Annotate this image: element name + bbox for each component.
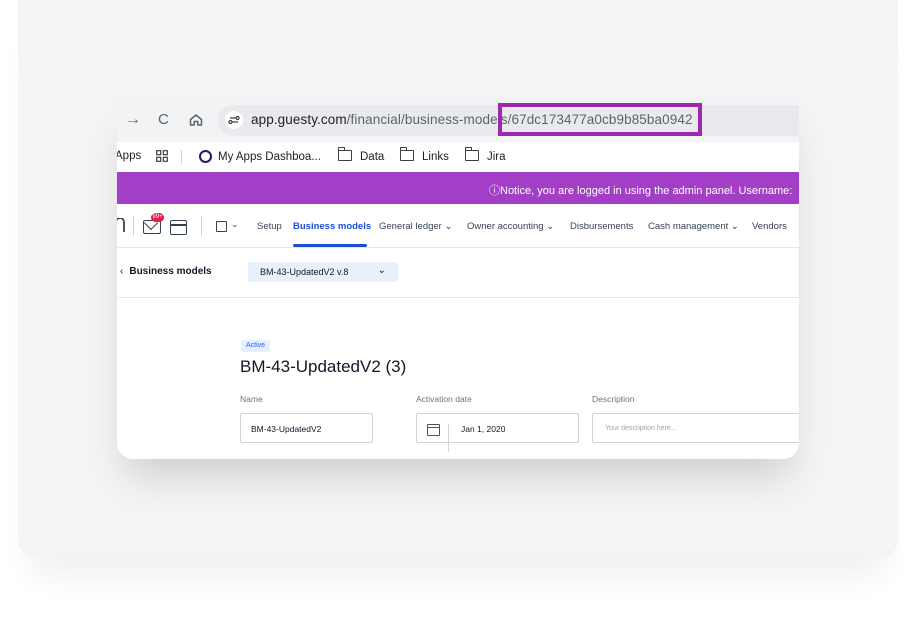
bookmark-label: Data <box>360 151 385 163</box>
activation-date-field[interactable]: Jan 1, 2020 <box>416 413 579 452</box>
app-nav: 99+ ⌄ Setup Business models General ledg… <box>117 204 799 248</box>
apps-grid-icon[interactable] <box>156 150 168 162</box>
activation-date-label: Activation date <box>416 394 472 404</box>
active-tab-indicator <box>293 244 367 247</box>
address-bar: → C app.guesty.com/financial/business-mo… <box>117 99 799 142</box>
description-label: Description <box>592 394 635 404</box>
bookmark-label: Links <box>422 151 449 163</box>
nav-vendors[interactable]: Vendors <box>752 221 787 232</box>
chevron-down-icon[interactable]: ⌄ <box>231 219 239 230</box>
inbox-icon[interactable] <box>143 220 161 234</box>
chevron-down-icon: ⌄ <box>377 265 386 276</box>
nav-setup[interactable]: Setup <box>257 221 282 232</box>
name-field[interactable]: BM-43-UpdatedV2 <box>240 413 373 443</box>
page-title: BM-43-UpdatedV2 (3) <box>240 357 407 376</box>
admin-notice-bar: ⓘNotice, you are logged in using the adm… <box>117 172 799 204</box>
browser-window: → C app.guesty.com/financial/business-mo… <box>117 99 799 459</box>
chevron-left-icon: ‹ <box>120 266 124 277</box>
bookmark-label: My Apps Dashboa... <box>218 151 321 163</box>
module-switcher-icon[interactable] <box>216 221 227 232</box>
url-host: app.guesty.com <box>251 112 347 127</box>
url-id-highlight <box>498 103 702 136</box>
field-divider <box>448 424 449 452</box>
okta-icon <box>199 150 212 163</box>
forward-button[interactable]: → <box>125 110 141 130</box>
bookmark-apps[interactable]: Apps <box>117 150 141 162</box>
nav-divider <box>201 216 202 236</box>
reload-button[interactable]: C <box>158 110 169 130</box>
nav-cash-management[interactable]: Cash management ⌄ <box>648 221 739 232</box>
version-select[interactable]: BM-43-UpdatedV2 v.8 ⌄ <box>248 262 398 282</box>
nav-general-ledger[interactable]: General ledger ⌄ <box>379 221 452 232</box>
folder-icon <box>399 147 414 161</box>
bookmark-data[interactable]: Data <box>337 147 385 163</box>
nav-business-models[interactable]: Business models <box>293 221 371 232</box>
sub-header: ‹ Business models BM-43-UpdatedV2 v.8 ⌄ <box>117 248 799 298</box>
bookmark-label: Jira <box>487 151 506 163</box>
version-select-value: BM-43-UpdatedV2 v.8 <box>260 267 349 277</box>
bookmark-divider <box>181 150 182 164</box>
site-settings-icon[interactable] <box>225 111 243 129</box>
calendar-icon[interactable] <box>170 220 187 235</box>
app-logo-icon[interactable] <box>117 218 125 234</box>
nav-disbursements[interactable]: Disbursements <box>570 221 633 232</box>
back-to-business-models[interactable]: ‹ Business models <box>120 266 212 277</box>
description-field[interactable]: Your description here... <box>592 413 799 443</box>
back-label: Business models <box>129 266 212 277</box>
name-label: Name <box>240 394 263 404</box>
bookmark-my-apps[interactable]: My Apps Dashboa... <box>199 150 321 163</box>
nav-divider <box>133 216 134 236</box>
activation-date-value: Jan 1, 2020 <box>461 424 506 434</box>
folder-icon <box>337 147 352 161</box>
calendar-icon[interactable] <box>427 424 440 436</box>
name-value: BM-43-UpdatedV2 <box>251 424 322 434</box>
description-placeholder: Your description here... <box>605 425 677 432</box>
nav-owner-accounting[interactable]: Owner accounting ⌄ <box>467 221 554 232</box>
bookmarks-bar: Apps My Apps Dashboa... Data Links Jira <box>117 142 799 173</box>
folder-icon <box>464 147 479 161</box>
status-badge: Active <box>241 340 271 352</box>
bookmark-links[interactable]: Links <box>399 147 449 163</box>
admin-notice-text: ⓘNotice, you are logged in using the adm… <box>489 185 793 197</box>
home-icon[interactable] <box>188 112 204 128</box>
inbox-badge: 99+ <box>151 213 164 222</box>
bookmark-jira[interactable]: Jira <box>464 147 506 163</box>
